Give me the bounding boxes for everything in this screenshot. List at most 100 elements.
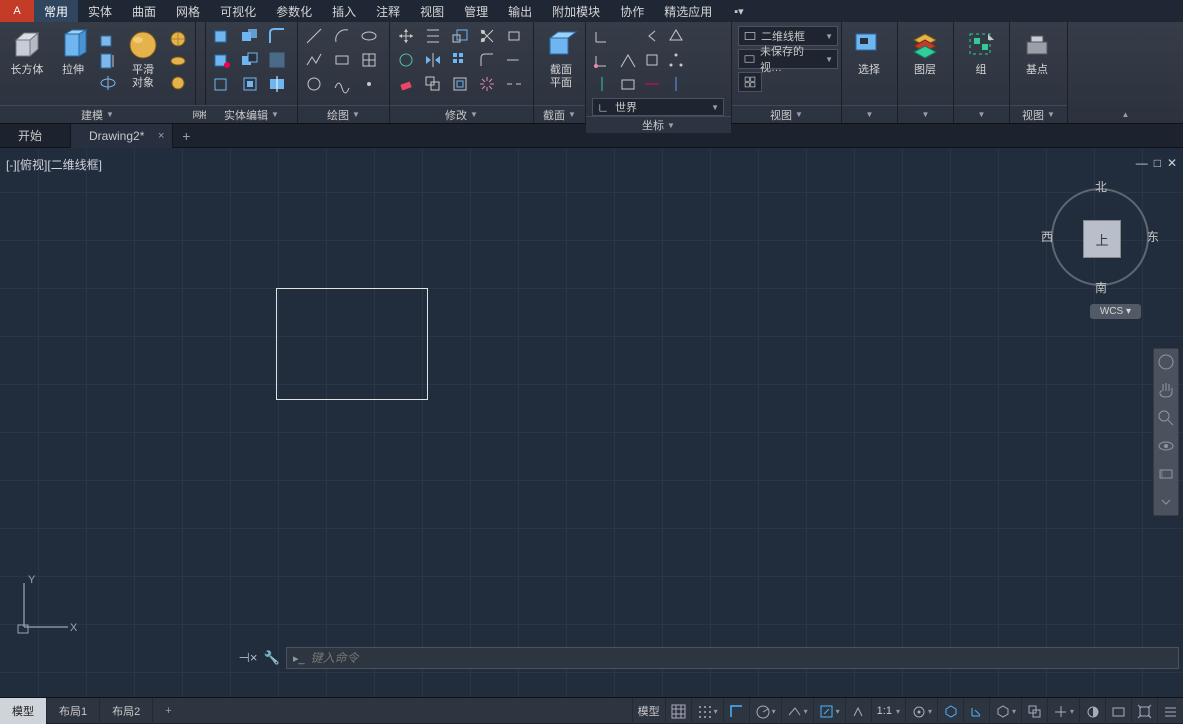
- cmd-history-icon[interactable]: ▸_: [293, 652, 305, 665]
- rotate3d-icon[interactable]: [396, 50, 416, 70]
- polysolid-icon[interactable]: [98, 29, 118, 49]
- status-selection-cycling-icon[interactable]: [1021, 698, 1047, 724]
- ucs-object-icon[interactable]: [642, 50, 662, 70]
- menu-tab-插入[interactable]: 插入: [322, 0, 366, 22]
- view-cube-west[interactable]: 西: [1041, 228, 1053, 245]
- wcs-badge[interactable]: WCS ▾: [1090, 304, 1141, 319]
- status-polar-icon[interactable]: ▾: [749, 698, 781, 724]
- viewport-maximize-icon[interactable]: □: [1154, 156, 1161, 170]
- chamfer-edge-icon[interactable]: [267, 50, 287, 70]
- viewport-minimize-icon[interactable]: —: [1136, 156, 1148, 170]
- revolve-icon[interactable]: [98, 73, 118, 93]
- extrude-tool[interactable]: 拉伸: [52, 26, 94, 79]
- ucs-icon[interactable]: [592, 26, 612, 46]
- stretch-icon[interactable]: [504, 26, 524, 46]
- ucs-y-icon[interactable]: [666, 74, 686, 94]
- menu-tab-注释[interactable]: 注释: [366, 0, 410, 22]
- showmotion-icon[interactable]: [1157, 465, 1175, 483]
- panel-section-title[interactable]: 截面▼: [534, 105, 585, 123]
- status-isolate-icon[interactable]: [1131, 698, 1157, 724]
- union-icon[interactable]: [240, 26, 260, 46]
- array-icon[interactable]: [450, 50, 470, 70]
- menu-tab-实体[interactable]: 实体: [78, 0, 122, 22]
- status-iso-icon[interactable]: ▾: [781, 698, 813, 724]
- panel-view-title[interactable]: 视图▼: [732, 105, 841, 123]
- view-cube[interactable]: 上 北 南 东 西: [1045, 182, 1155, 292]
- layout-tab[interactable]: 布局1: [47, 698, 100, 724]
- shell-icon[interactable]: [212, 74, 232, 94]
- ucs-named-dropdown[interactable]: 世界▼: [592, 98, 724, 116]
- ribbon-collapse-icon[interactable]: ▲: [1068, 105, 1183, 123]
- mesh-sphere-icon[interactable]: [168, 29, 188, 49]
- command-input-wrap[interactable]: ▸_: [286, 647, 1179, 669]
- menu-tab-常用[interactable]: 常用: [34, 0, 78, 22]
- polyline-icon[interactable]: [304, 50, 324, 70]
- ucs-x-icon[interactable]: [642, 74, 662, 94]
- fillet-icon[interactable]: [477, 50, 497, 70]
- scale-icon[interactable]: [450, 26, 470, 46]
- extend-icon[interactable]: [504, 50, 524, 70]
- smooth-object-tool[interactable]: 平滑 对象: [122, 26, 164, 92]
- align-icon[interactable]: [423, 26, 443, 46]
- panel-draw-title[interactable]: 绘图▼: [298, 105, 389, 123]
- menu-tab-视图[interactable]: 视图: [410, 0, 454, 22]
- ellipse-icon[interactable]: [359, 26, 379, 46]
- ucs-face-icon[interactable]: [666, 26, 686, 46]
- mirror3d-icon[interactable]: [423, 50, 443, 70]
- status-grid-icon[interactable]: [665, 698, 691, 724]
- status-annoscale-icon[interactable]: [845, 698, 871, 724]
- layer-tool[interactable]: 图层: [904, 26, 946, 79]
- menu-tab-输出[interactable]: 输出: [498, 0, 542, 22]
- status-gizmo-move-icon[interactable]: ▾: [1047, 698, 1079, 724]
- offset-icon[interactable]: [450, 74, 470, 94]
- panel-modify-title[interactable]: 修改▼: [390, 105, 533, 123]
- viewport-close-icon[interactable]: ✕: [1167, 156, 1177, 170]
- spline-icon[interactable]: [332, 74, 352, 94]
- mesh-torus-icon[interactable]: [168, 51, 188, 71]
- mesh-cone-icon[interactable]: [168, 73, 188, 93]
- pan-icon[interactable]: [1157, 381, 1175, 399]
- hatch-icon[interactable]: [359, 50, 379, 70]
- cmd-close-icon[interactable]: ⊣×: [238, 648, 258, 668]
- fillet-edge-icon[interactable]: [267, 26, 287, 46]
- app-menu-button[interactable]: A: [0, 0, 34, 22]
- panel-solidedit-title[interactable]: 实体编辑▼: [206, 105, 297, 123]
- view-cube-south[interactable]: 南: [1095, 279, 1107, 296]
- ucs-view-icon[interactable]: [618, 74, 638, 94]
- cmd-customize-icon[interactable]: 🔧: [262, 648, 282, 668]
- line-icon[interactable]: [304, 26, 324, 46]
- status-dynucs-icon[interactable]: [963, 698, 989, 724]
- break-icon[interactable]: [504, 74, 524, 94]
- panel-coord-title[interactable]: 坐标▼: [586, 116, 731, 133]
- navbar-expand-icon[interactable]: [1157, 493, 1175, 511]
- file-tab[interactable]: Drawing2*×: [71, 124, 173, 148]
- status-hardware-accel-icon[interactable]: [1105, 698, 1131, 724]
- slice-icon[interactable]: [267, 74, 287, 94]
- ucs-z-icon[interactable]: [592, 74, 612, 94]
- zoom-icon[interactable]: [1157, 409, 1175, 427]
- copy-icon[interactable]: [423, 74, 443, 94]
- menu-tab-精选应用[interactable]: 精选应用: [654, 0, 722, 22]
- arc-icon[interactable]: [332, 26, 352, 46]
- layout-tab[interactable]: 模型: [0, 698, 47, 724]
- panel-modeling-title[interactable]: 建模▼: [0, 105, 195, 123]
- taper-face-icon[interactable]: [212, 50, 232, 70]
- view-cube-north[interactable]: 北: [1095, 178, 1107, 195]
- drawing-canvas[interactable]: [-][俯视][二维线框] — □ ✕ 上 北 南 东 西 WCS ▾ Y X …: [0, 148, 1183, 697]
- menu-tab-可视化[interactable]: 可视化: [210, 0, 266, 22]
- view-manager-icon[interactable]: [738, 72, 762, 92]
- status-selection-filter-icon[interactable]: ▾: [989, 698, 1021, 724]
- box-tool[interactable]: 长方体: [6, 26, 48, 79]
- intersect-icon[interactable]: [240, 74, 260, 94]
- status-model-button[interactable]: 模型: [632, 698, 665, 724]
- explode-icon[interactable]: [477, 74, 497, 94]
- menu-tab-协作[interactable]: 协作: [610, 0, 654, 22]
- status-gizmo-icon[interactable]: ▾: [905, 698, 937, 724]
- view-cube-east[interactable]: 东: [1147, 228, 1159, 245]
- new-drawing-button[interactable]: +: [173, 128, 199, 144]
- drawn-rectangle[interactable]: [276, 288, 428, 400]
- view-cube-top-face[interactable]: 上: [1083, 220, 1121, 258]
- trim-icon[interactable]: [477, 26, 497, 46]
- status-scale-dropdown[interactable]: 1:1▾: [871, 698, 905, 724]
- status-snapgrid-icon[interactable]: ▾: [691, 698, 723, 724]
